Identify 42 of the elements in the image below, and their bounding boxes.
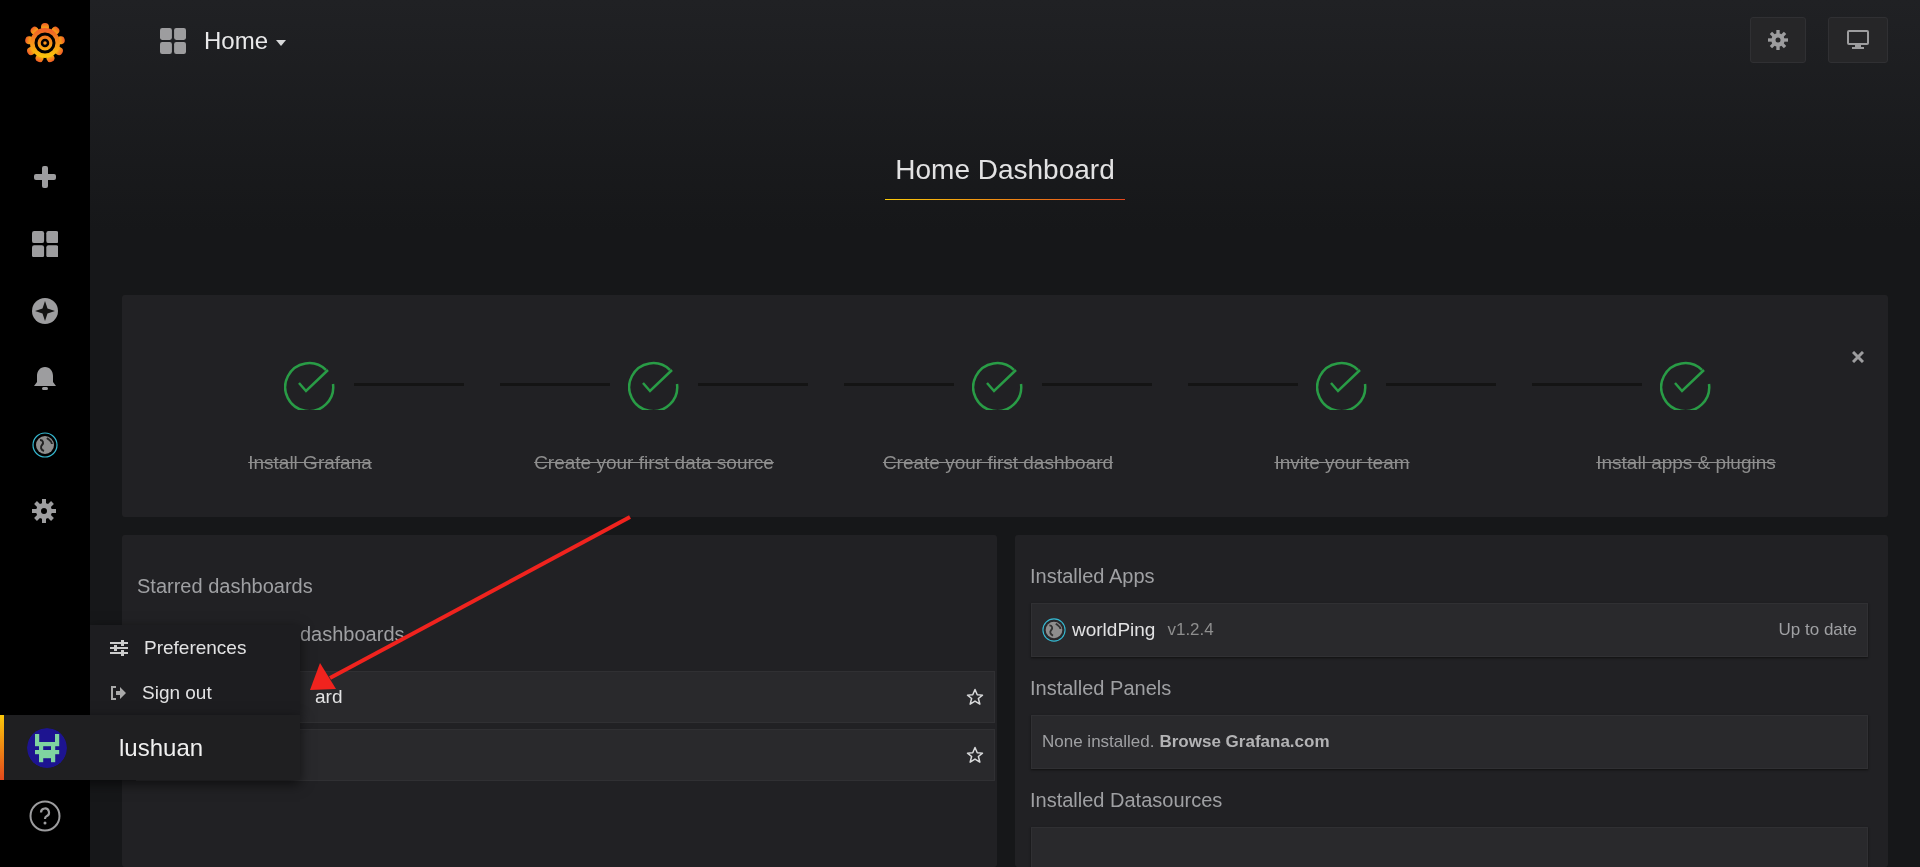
bell-icon[interactable] xyxy=(32,365,58,391)
settings-button[interactable] xyxy=(1750,17,1806,63)
sign-out-icon xyxy=(110,685,126,700)
step-link[interactable]: Invite your team xyxy=(1274,452,1410,474)
star-icon[interactable] xyxy=(966,746,984,764)
caret-icon xyxy=(276,40,287,46)
section-heading: Installed Panels xyxy=(1029,677,1173,701)
section-heading: Installed Apps xyxy=(1029,565,1156,589)
settings-icon[interactable] xyxy=(32,499,58,525)
step-link[interactable]: Install Grafana xyxy=(248,452,372,474)
browse-link[interactable]: Browse Grafana.com xyxy=(1159,732,1330,752)
app-version: v1.2.4 xyxy=(1167,620,1214,640)
app-status: Up to date xyxy=(1778,620,1857,640)
empty-message: None installed. xyxy=(1042,732,1155,752)
compass-icon[interactable] xyxy=(32,298,58,324)
settings-icon xyxy=(1768,30,1788,50)
monitor-icon xyxy=(1847,30,1869,50)
globe-icon[interactable] xyxy=(32,432,58,458)
star-icon[interactable] xyxy=(966,688,984,706)
dashboards-icon xyxy=(160,28,186,54)
sliders-icon xyxy=(110,639,128,656)
user-name: lushuan xyxy=(119,733,204,762)
profile-menu[interactable]: lushuan xyxy=(0,715,300,780)
tv-mode-button[interactable] xyxy=(1828,17,1888,63)
section-heading: dashboards xyxy=(300,623,405,646)
section-heading: Installed Datasources xyxy=(1029,789,1224,813)
menu-item[interactable]: Preferences xyxy=(90,625,300,670)
app-name: worldPing xyxy=(1072,619,1156,641)
section-heading: Starred dashboards xyxy=(136,575,314,599)
step-link[interactable]: Create your first dashboard xyxy=(882,452,1114,474)
step-link[interactable]: Create your first data source xyxy=(534,452,774,474)
dashboard-picker[interactable]: Home xyxy=(160,27,287,55)
help-icon[interactable] xyxy=(29,800,61,832)
close-icon[interactable] xyxy=(1852,351,1864,363)
logo-icon[interactable] xyxy=(25,23,65,63)
avatar-icon xyxy=(27,727,67,768)
plus-icon[interactable] xyxy=(32,164,58,190)
app-row[interactable]: worldPing v1.2.4 Up to date xyxy=(1031,603,1868,657)
step-link[interactable]: Install apps & plugins xyxy=(1596,452,1776,474)
globe-icon xyxy=(1042,618,1066,642)
dashboard-name: ard xyxy=(315,686,343,708)
dashboards-icon[interactable] xyxy=(32,231,58,257)
